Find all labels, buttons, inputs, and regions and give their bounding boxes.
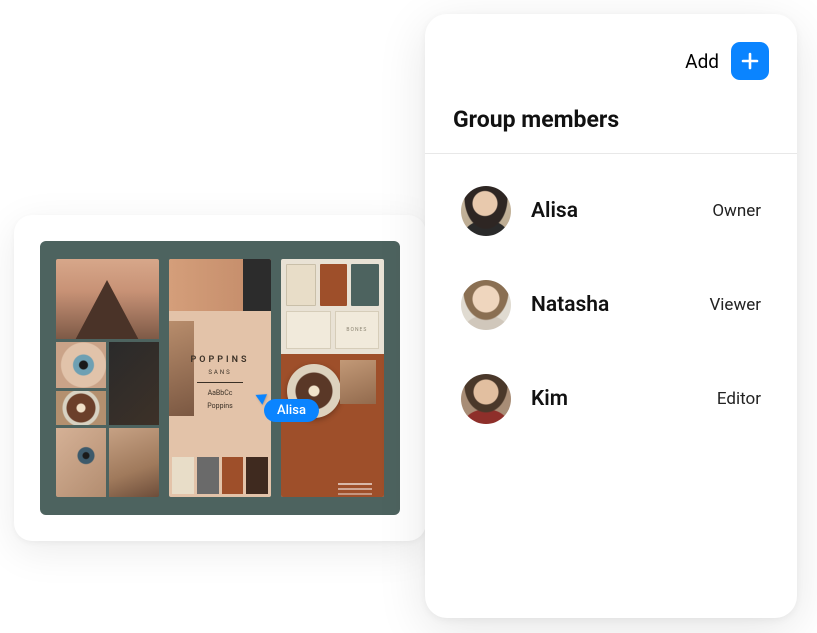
member-role: Editor bbox=[717, 389, 761, 409]
members-panel: Add Group members Alisa Owner Natasha Vi… bbox=[425, 14, 797, 618]
avatar bbox=[461, 280, 511, 330]
swatch-cream bbox=[172, 457, 194, 494]
brand-sub: SANS bbox=[208, 369, 231, 376]
add-label: Add bbox=[685, 50, 719, 73]
swatch-brown bbox=[246, 457, 268, 494]
member-name: Alisa bbox=[531, 199, 692, 223]
member-row[interactable]: Natasha Viewer bbox=[453, 258, 769, 352]
swatch-slate-lg bbox=[351, 264, 379, 306]
swatch-grey bbox=[197, 457, 219, 494]
moodboard-tile-eye bbox=[56, 342, 106, 388]
styleguide-artboard[interactable]: BONES bbox=[281, 259, 384, 497]
plus-icon bbox=[740, 51, 760, 71]
hero-photo bbox=[340, 360, 376, 404]
moodboard-tile-dark bbox=[109, 342, 159, 425]
type-sample-2: Poppins bbox=[207, 402, 232, 411]
color-swatch-row bbox=[169, 454, 272, 497]
member-name: Natasha bbox=[531, 293, 689, 317]
businesscard-row: BONES bbox=[281, 311, 384, 354]
styleguide-color-row bbox=[281, 259, 384, 311]
typography-hero-strip bbox=[169, 259, 272, 311]
member-row[interactable]: Kim Editor bbox=[453, 352, 769, 446]
styleguide-hero bbox=[281, 354, 384, 497]
hero-text-lines bbox=[338, 483, 372, 485]
member-name: Kim bbox=[531, 387, 697, 411]
panel-header: Add bbox=[425, 42, 797, 80]
panel-title: Group members bbox=[425, 80, 797, 153]
add-member-button[interactable] bbox=[731, 42, 769, 80]
moodboard-tile-face-right bbox=[109, 428, 159, 497]
moodboard-artboard[interactable] bbox=[56, 259, 159, 497]
type-sample-1: AaBbCc bbox=[208, 389, 233, 398]
member-role: Viewer bbox=[709, 295, 761, 315]
typography-artboard[interactable]: POPPINS SANS AaBbCc Poppins bbox=[169, 259, 272, 497]
cursor-user-label: Alisa bbox=[264, 399, 319, 422]
swatch-rust-lg bbox=[320, 264, 348, 306]
design-canvas[interactable]: POPPINS SANS AaBbCc Poppins B bbox=[40, 241, 400, 515]
moodboard-tile-mountain bbox=[56, 259, 159, 339]
avatar bbox=[461, 186, 511, 236]
businesscard-back: BONES bbox=[335, 311, 379, 349]
swatch-cream-lg bbox=[286, 264, 316, 306]
brand-name: POPPINS bbox=[191, 355, 250, 365]
collaborator-cursor: Alisa bbox=[258, 391, 319, 422]
members-list: Alisa Owner Natasha Viewer Kim Editor bbox=[425, 154, 797, 446]
member-row[interactable]: Alisa Owner bbox=[453, 164, 769, 258]
moodboard-tile-coffee bbox=[56, 391, 106, 425]
avatar bbox=[461, 374, 511, 424]
typography-body: POPPINS SANS AaBbCc Poppins bbox=[169, 311, 272, 454]
businesscard-front bbox=[286, 311, 330, 349]
swatch-rust bbox=[222, 457, 244, 494]
member-role: Owner bbox=[712, 201, 761, 221]
divider-line bbox=[197, 382, 243, 383]
design-preview-card: POPPINS SANS AaBbCc Poppins B bbox=[14, 215, 426, 541]
moodboard-tile-face-left bbox=[56, 428, 106, 497]
